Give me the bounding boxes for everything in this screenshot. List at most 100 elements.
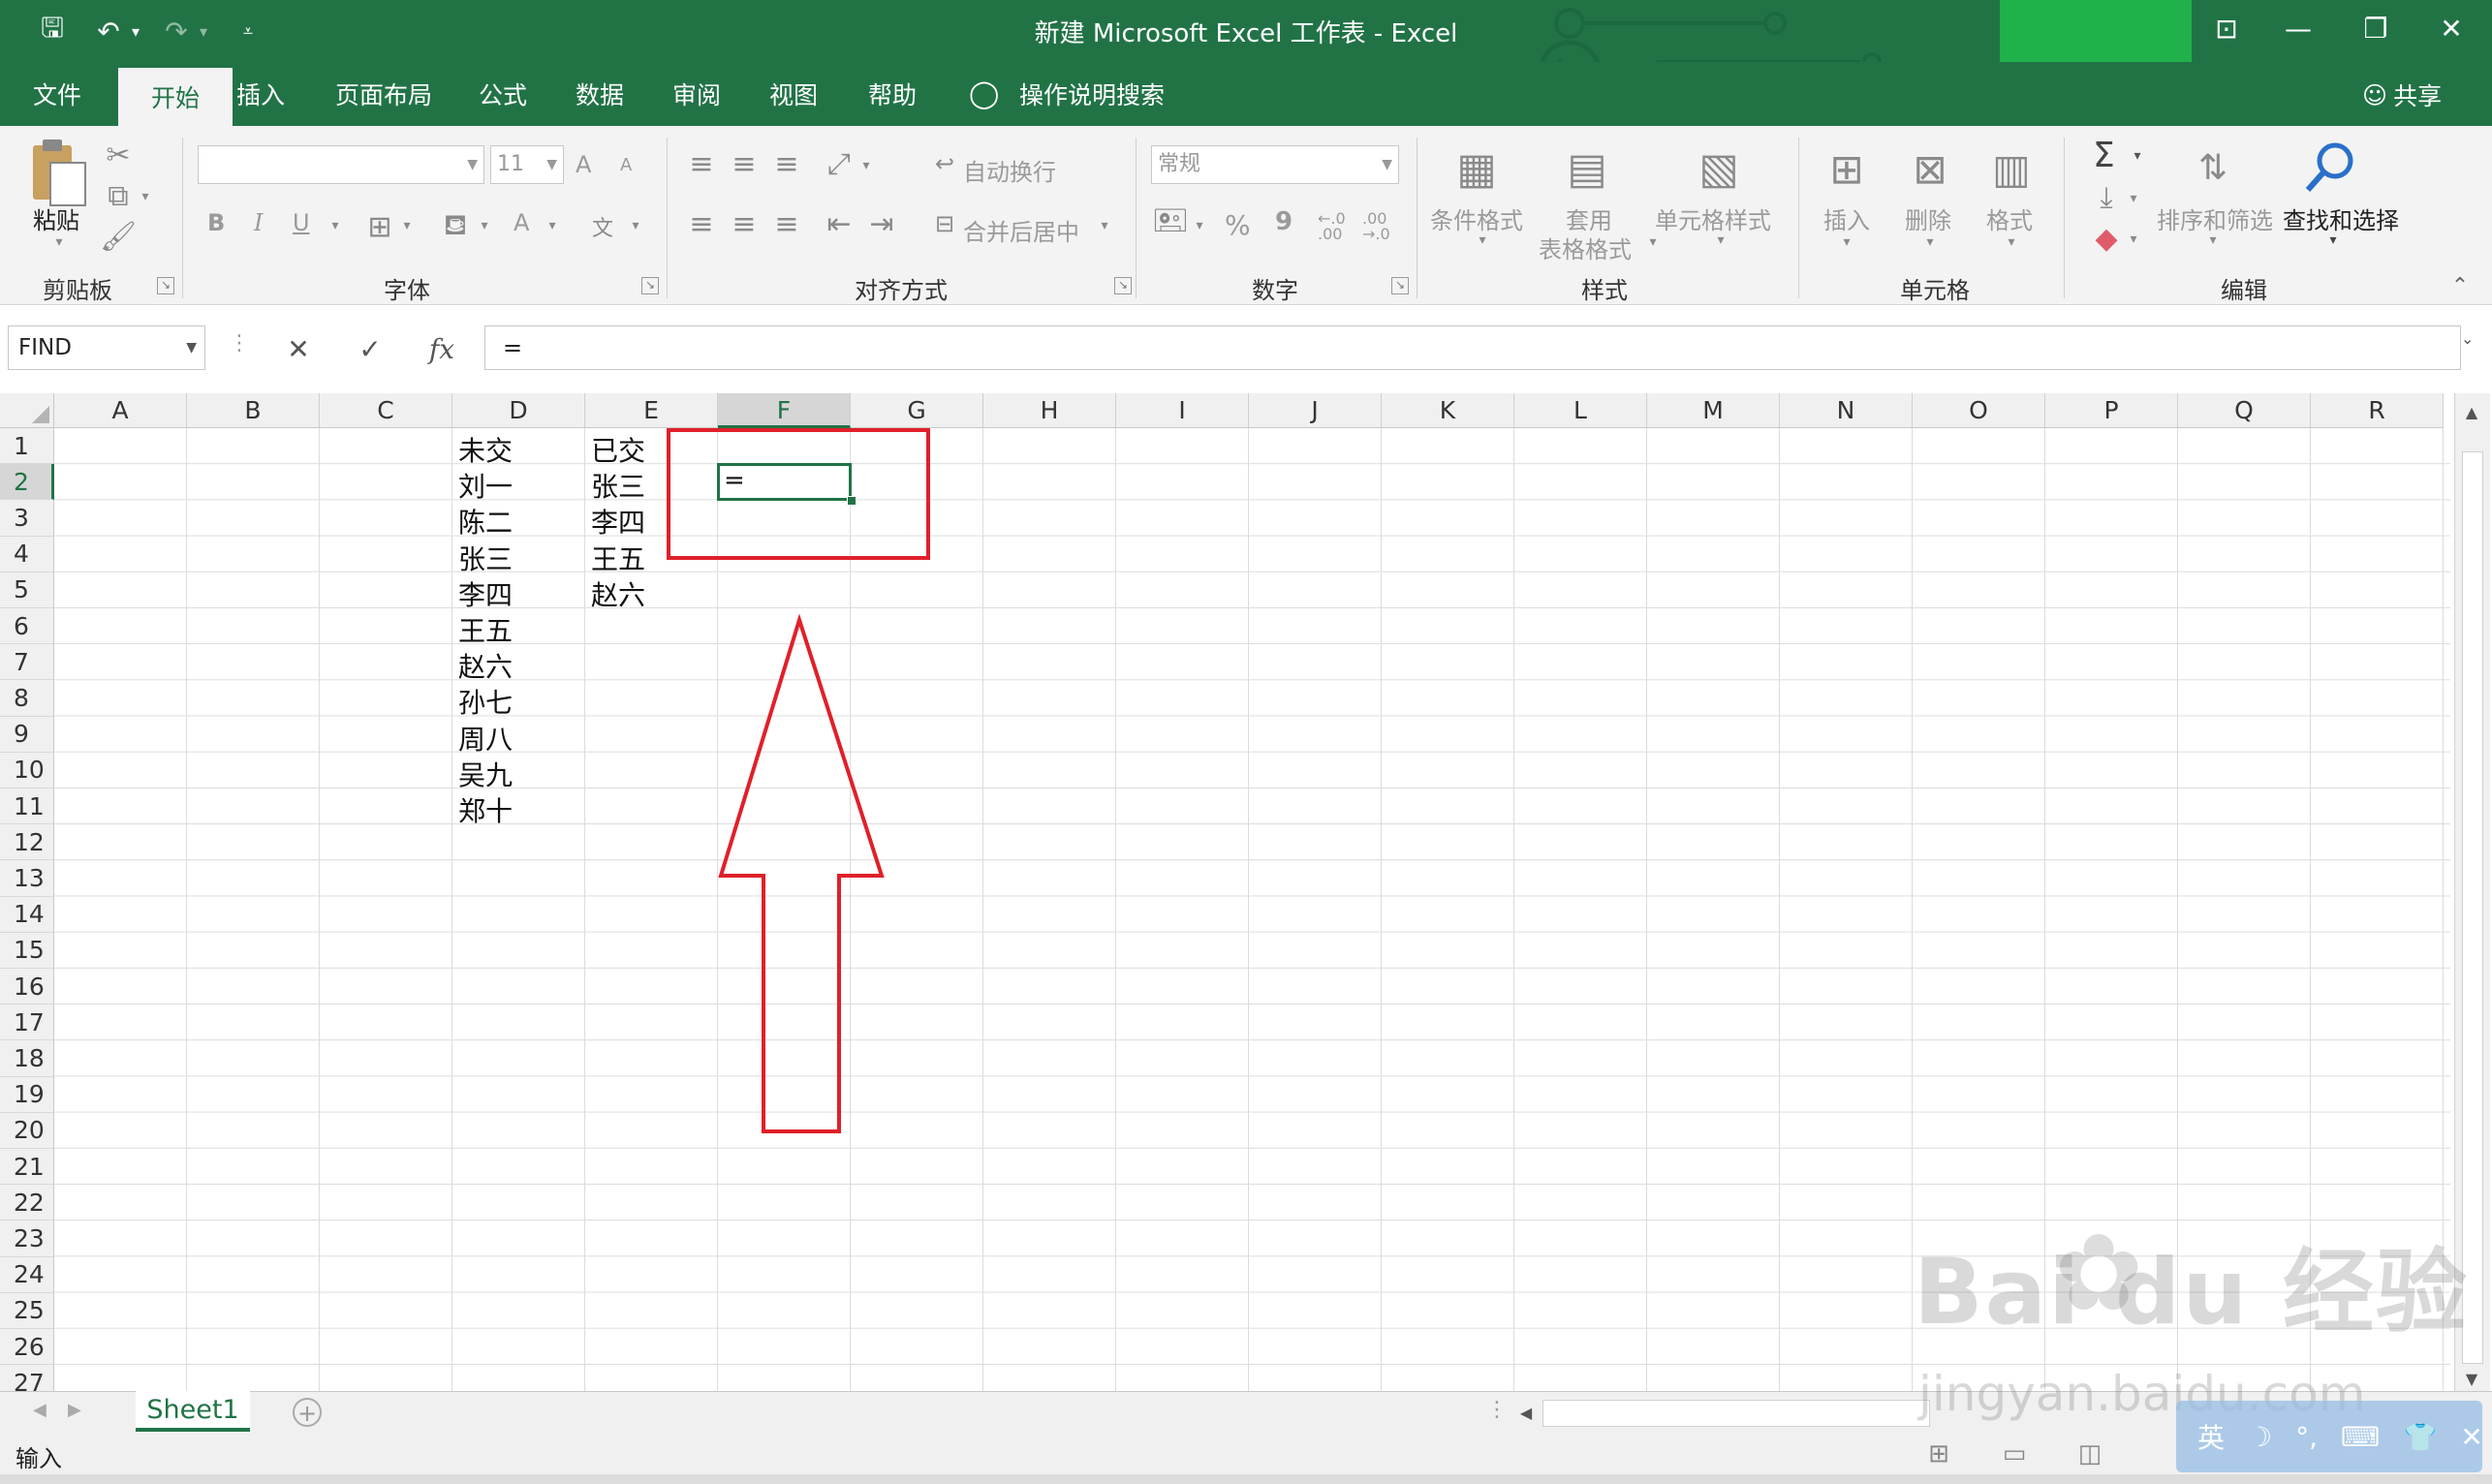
autosum-dropdown-icon[interactable]: ▾ (2128, 141, 2147, 170)
conditional-formatting-icon[interactable]: ▦ (1449, 141, 1504, 196)
alignment-launcher-icon[interactable]: ↘ (1114, 277, 1132, 294)
format-cells-button[interactable]: 格式 (1986, 201, 2033, 235)
expand-formula-bar-icon[interactable]: ⌄ (2461, 329, 2474, 348)
align-center-icon[interactable]: ≡ (727, 207, 762, 241)
sort-filter-icon[interactable]: ⇅ (2184, 139, 2242, 196)
fill-color-dropdown-icon[interactable]: ▾ (475, 211, 494, 240)
column-header-f[interactable]: F (718, 393, 851, 428)
row-header-6[interactable]: 6 (0, 608, 54, 645)
cell-e2[interactable]: 张三 (591, 466, 645, 505)
paste-icon[interactable] (27, 138, 89, 209)
row-header-5[interactable]: 5 (0, 572, 54, 608)
insert-dropdown-icon[interactable]: ▾ (1837, 232, 1856, 252)
row-header-24[interactable]: 24 (0, 1256, 54, 1293)
row-header-2[interactable]: 2 (0, 464, 54, 501)
row-header-22[interactable]: 22 (0, 1185, 54, 1221)
row-header-15[interactable]: 15 (0, 932, 54, 969)
row-header-1[interactable]: 1 (0, 428, 54, 465)
row-header-9[interactable]: 9 (0, 716, 54, 753)
fill-handle[interactable] (847, 496, 857, 507)
merge-center-button[interactable]: 合并后居中 (963, 213, 1079, 247)
column-header-o[interactable]: O (1913, 393, 2045, 428)
horizontal-scroll-thumb[interactable] (1542, 1400, 1930, 1427)
prev-sheet-icon[interactable]: ◀ (33, 1400, 47, 1420)
tab-page-layout[interactable]: 页面布局 (335, 74, 432, 114)
increase-indent-icon[interactable]: ⇥ (864, 207, 899, 241)
italic-button[interactable]: I (254, 209, 263, 236)
row-header-21[interactable]: 21 (0, 1149, 54, 1186)
sort-dropdown-icon[interactable]: ▾ (2203, 231, 2223, 250)
moon-icon[interactable]: ☽ (2248, 1421, 2272, 1453)
percent-style-button[interactable]: % (1225, 209, 1251, 241)
insert-function-icon[interactable]: fx (422, 329, 461, 368)
merge-center-icon[interactable]: ⊟ (930, 209, 959, 238)
minimize-button[interactable]: — (2259, 0, 2337, 56)
underline-button[interactable]: U (293, 209, 310, 236)
format-painter-icon[interactable]: 🖌 (100, 219, 137, 254)
formula-input[interactable]: = (484, 325, 2461, 370)
cell-d1[interactable]: 未交 (458, 430, 513, 469)
punctuation-icon[interactable]: °, (2295, 1421, 2318, 1453)
row-header-14[interactable]: 14 (0, 896, 54, 933)
magnifier-icon[interactable] (2302, 138, 2360, 196)
fill-dropdown-icon[interactable]: ▾ (2124, 184, 2143, 213)
cell-d8[interactable]: 孙七 (458, 682, 513, 721)
bold-button[interactable]: B (207, 209, 225, 236)
cell-e4[interactable]: 王五 (591, 539, 645, 577)
tab-view[interactable]: 视图 (769, 74, 818, 114)
cell-e5[interactable]: 赵六 (591, 574, 645, 613)
row-header-16[interactable]: 16 (0, 969, 54, 1005)
row-header-13[interactable]: 13 (0, 860, 54, 897)
grow-font-icon[interactable]: A (576, 151, 591, 178)
name-box[interactable]: FIND ▼ (8, 325, 205, 370)
scroll-up-icon[interactable]: ▲ (2459, 399, 2484, 424)
accounting-format-icon[interactable]: 🖭 (1153, 204, 1188, 238)
row-header-19[interactable]: 19 (0, 1076, 54, 1113)
format-as-table-line2[interactable]: 表格格式 (1539, 231, 1632, 264)
row-header-20[interactable]: 20 (0, 1112, 54, 1149)
align-middle-icon[interactable]: ≡ (727, 147, 762, 181)
row-header-10[interactable]: 10 (0, 752, 54, 788)
cell-e3[interactable]: 李四 (591, 502, 645, 541)
number-launcher-icon[interactable]: ↘ (1391, 277, 1409, 294)
row-header-8[interactable]: 8 (0, 680, 54, 717)
cell-d9[interactable]: 周八 (458, 719, 513, 757)
wrap-text-button[interactable]: 自动换行 (963, 153, 1056, 187)
column-header-b[interactable]: B (187, 393, 320, 428)
align-top-icon[interactable]: ≡ (684, 147, 719, 181)
increase-decimal-button[interactable]: ←.0 .00 (1318, 211, 1356, 242)
insert-cells-button[interactable]: 插入 (1823, 201, 1870, 235)
column-header-j[interactable]: J (1249, 393, 1382, 428)
wrap-text-icon[interactable]: ↩ (930, 149, 959, 178)
ime-language[interactable]: 英 (2197, 1417, 2225, 1456)
cell-d5[interactable]: 李四 (458, 574, 513, 613)
delete-cells-button[interactable]: 删除 (1905, 201, 1951, 235)
row-header-17[interactable]: 17 (0, 1005, 54, 1041)
format-dropdown-icon[interactable]: ▾ (2002, 232, 2021, 252)
close-button[interactable]: ✕ (2413, 0, 2490, 56)
tell-me-search[interactable]: 操作说明搜索 (1019, 74, 1165, 114)
borders-dropdown-icon[interactable]: ▾ (397, 211, 417, 240)
tab-data[interactable]: 数据 (576, 74, 624, 114)
sheet-tab-sheet1[interactable]: Sheet1 (136, 1391, 250, 1432)
tab-insert[interactable]: 插入 (236, 74, 285, 114)
fill-color-icon[interactable]: ⛾ (438, 208, 473, 244)
next-sheet-icon[interactable]: ▶ (68, 1400, 81, 1420)
clear-dropdown-icon[interactable]: ▾ (2124, 225, 2143, 254)
ribbon-display-options-icon[interactable]: ⊡ (2188, 0, 2265, 56)
shrink-font-icon[interactable]: A (620, 155, 632, 175)
column-header-l[interactable]: L (1514, 393, 1647, 428)
tab-file[interactable]: 文件 (33, 74, 81, 114)
font-size-combo[interactable]: 11 ▼ (490, 145, 564, 184)
font-color-dropdown-icon[interactable]: ▾ (543, 211, 562, 240)
tab-review[interactable]: 审阅 (672, 74, 721, 114)
cancel-entry-icon[interactable]: ✕ (279, 329, 318, 368)
cell-e1[interactable]: 已交 (591, 430, 645, 469)
font-color-icon[interactable]: A (514, 209, 529, 236)
paste-label[interactable]: 粘贴 (33, 201, 79, 235)
row-header-23[interactable]: 23 (0, 1221, 54, 1257)
paste-dropdown-icon[interactable]: ▾ (45, 232, 74, 252)
align-left-icon[interactable]: ≡ (684, 207, 719, 241)
share-button[interactable]: ☺ 共享 (2362, 76, 2442, 114)
clear-icon[interactable]: ◆ (2089, 221, 2124, 256)
